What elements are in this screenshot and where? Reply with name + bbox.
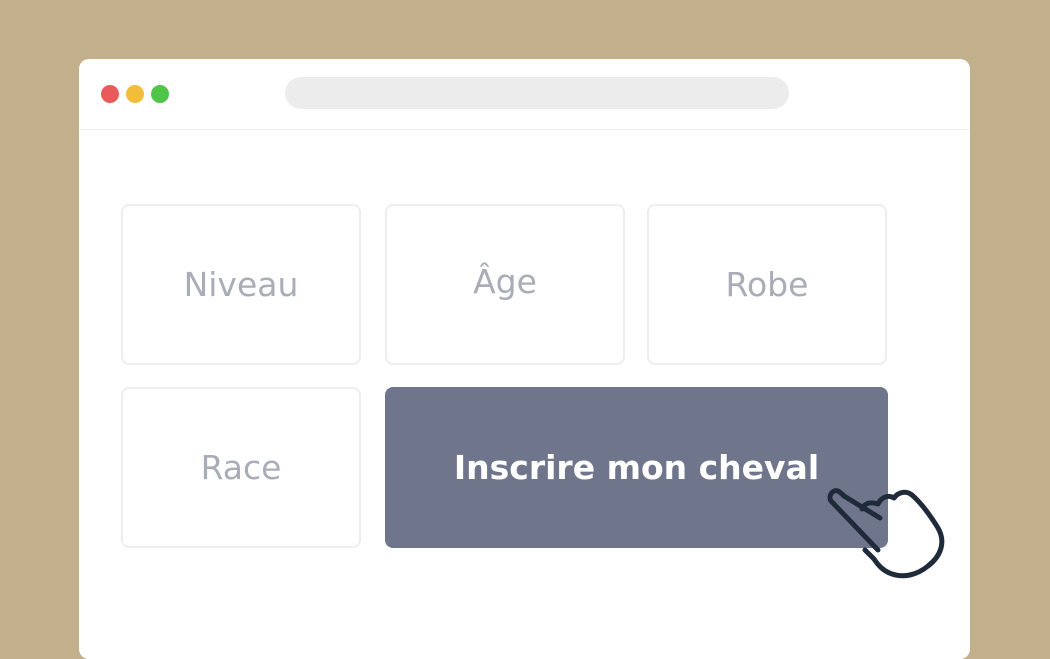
option-card-robe[interactable]: Robe	[647, 204, 887, 365]
option-label-niveau: Niveau	[183, 265, 299, 304]
address-bar[interactable]	[285, 77, 789, 109]
pointing-hand-icon	[827, 488, 945, 579]
option-card-age[interactable]: Âge	[385, 204, 625, 365]
option-label-age: Âge	[473, 262, 537, 301]
option-card-niveau[interactable]: Niveau	[121, 204, 361, 365]
option-label-robe: Robe	[725, 265, 809, 304]
register-horse-button[interactable]: Inscrire mon cheval	[385, 387, 888, 548]
register-horse-button-label: Inscrire mon cheval	[453, 448, 820, 487]
browser-titlebar	[79, 59, 970, 130]
option-label-race: Race	[200, 448, 282, 487]
minimize-window-icon[interactable]	[126, 85, 144, 103]
maximize-window-icon[interactable]	[151, 85, 169, 103]
close-window-icon[interactable]	[101, 85, 119, 103]
option-card-race[interactable]: Race	[121, 387, 361, 548]
